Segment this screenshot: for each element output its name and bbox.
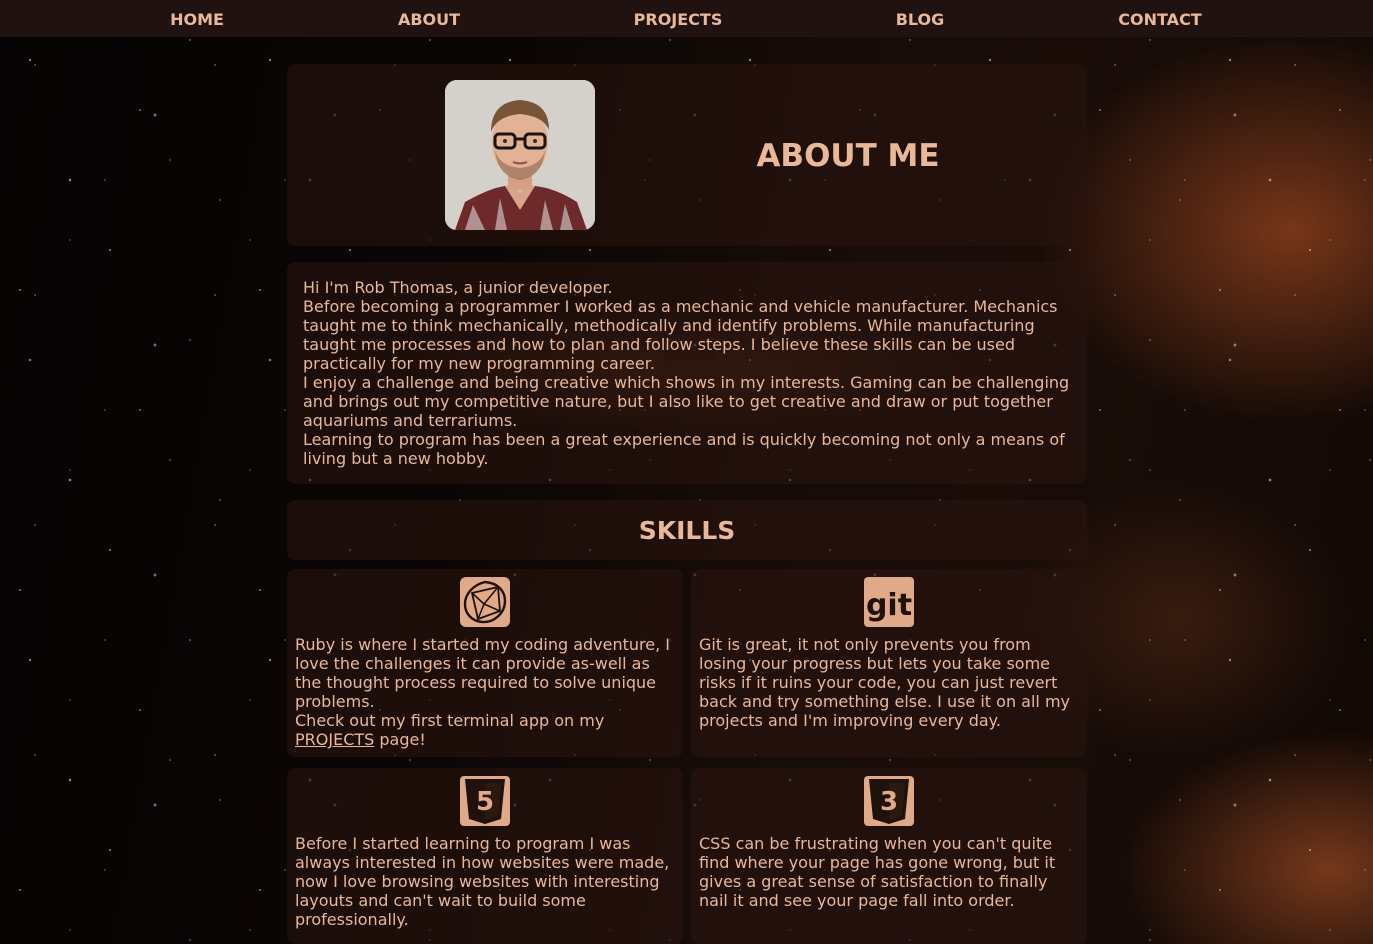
profile-photo-illustration bbox=[445, 80, 595, 230]
about-paragraph-interests: I enjoy a challenge and being creative w… bbox=[303, 373, 1070, 430]
about-text: Hi I'm Rob Thomas, a junior developer. B… bbox=[303, 278, 1078, 468]
git-icon-text: git bbox=[866, 588, 912, 623]
html5-icon: 5 bbox=[460, 776, 510, 826]
top-navbar: HOME ABOUT PROJECTS BLOG CONTACT bbox=[0, 0, 1373, 37]
ruby-cta-prefix: Check out my first terminal app on my bbox=[295, 711, 605, 730]
nav-about-link[interactable]: ABOUT bbox=[398, 10, 460, 29]
about-paragraph-background: Before becoming a programmer I worked as… bbox=[303, 297, 1058, 373]
ruby-skill-cta: Check out my first terminal app on my PR… bbox=[295, 711, 677, 749]
ruby-cta-suffix: page! bbox=[374, 730, 426, 749]
nav-contact-link[interactable]: CONTACT bbox=[1118, 10, 1201, 29]
git-skill-description: Git is great, it not only prevents you f… bbox=[699, 635, 1071, 730]
projects-page-link[interactable]: PROJECTS bbox=[295, 730, 374, 749]
css3-icon-text: 3 bbox=[880, 787, 898, 817]
about-header-panel bbox=[287, 64, 1087, 246]
about-paragraph-intro: Hi I'm Rob Thomas, a junior developer. bbox=[303, 278, 613, 297]
about-title: ABOUT ME bbox=[756, 138, 940, 174]
about-paragraph-learning: Learning to program has been a great exp… bbox=[303, 430, 1065, 468]
css-skill-description: CSS can be frustrating when you can't qu… bbox=[699, 834, 1056, 910]
ruby-skill-description: Ruby is where I started my coding advent… bbox=[295, 635, 670, 711]
skills-title: SKILLS bbox=[638, 516, 736, 545]
html-skill-description: Before I started learning to program I w… bbox=[295, 834, 670, 929]
git-icon: git bbox=[864, 577, 914, 627]
profile-photo bbox=[445, 80, 595, 230]
nav-home-link[interactable]: HOME bbox=[170, 10, 224, 29]
ruby-skill-text: Ruby is where I started my coding advent… bbox=[295, 635, 677, 749]
html5-icon-text: 5 bbox=[476, 787, 494, 817]
html-skill-text: Before I started learning to program I w… bbox=[295, 834, 677, 929]
css3-icon: 3 bbox=[864, 776, 914, 826]
nav-blog-link[interactable]: BLOG bbox=[896, 10, 945, 29]
nav-projects-link[interactable]: PROJECTS bbox=[634, 10, 723, 29]
git-skill-text: Git is great, it not only prevents you f… bbox=[699, 635, 1081, 730]
css-skill-text: CSS can be frustrating when you can't qu… bbox=[699, 834, 1081, 910]
ruby-icon bbox=[460, 577, 510, 627]
